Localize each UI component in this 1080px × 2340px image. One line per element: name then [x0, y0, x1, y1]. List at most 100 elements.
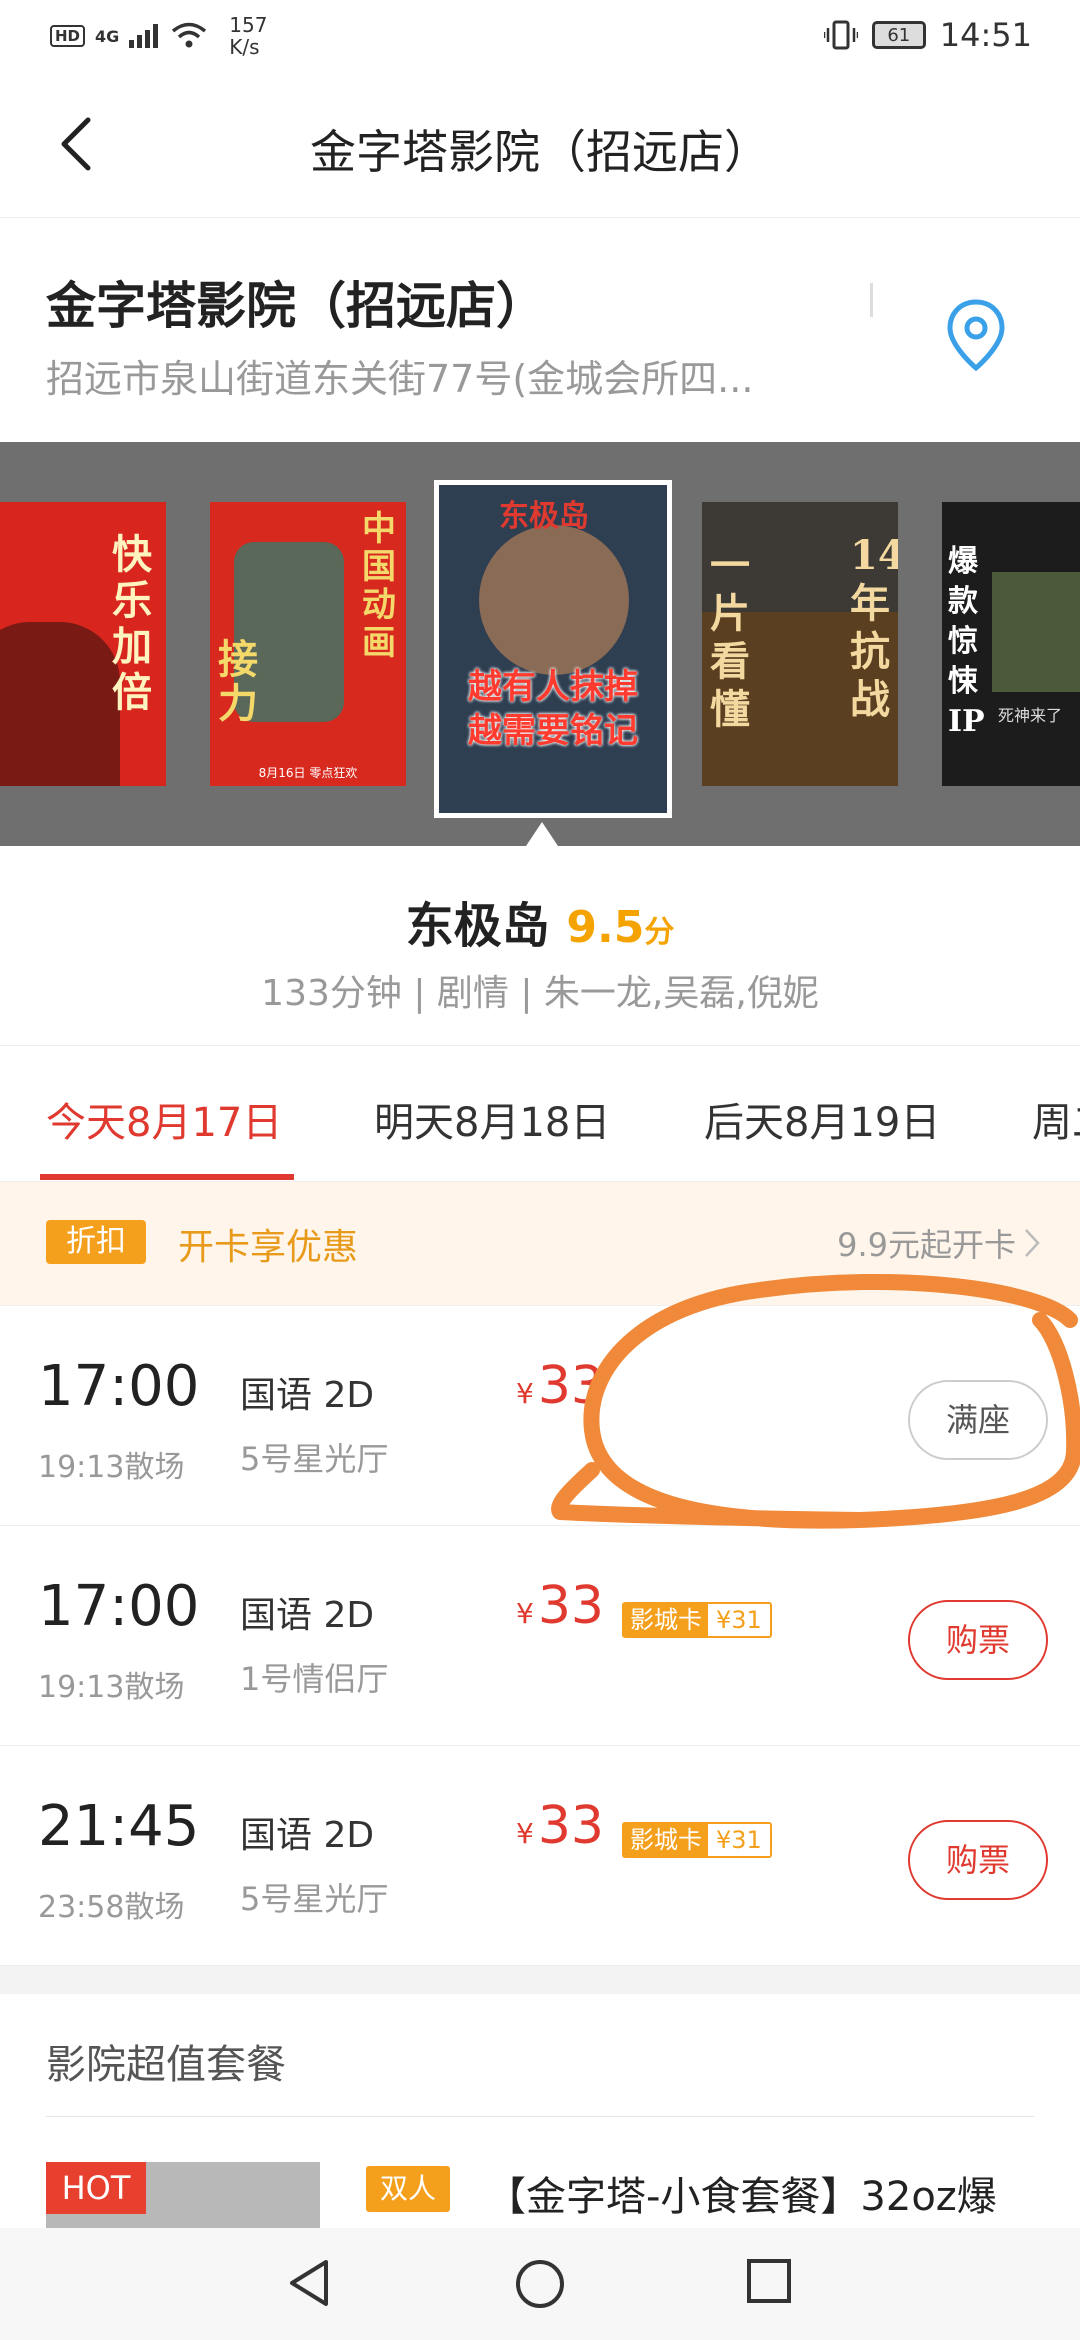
show-language: 国语 2D: [240, 1595, 375, 1636]
movie-poster-selected[interactable]: 东极岛 越有人抹掉 越需要铭记: [434, 480, 672, 818]
nav-recents-icon[interactable]: [746, 2258, 792, 2304]
card-price: ¥31: [708, 1824, 770, 1856]
show-language: 国语 2D: [240, 1375, 375, 1416]
combo-section-title: 影院超值套餐: [46, 2042, 286, 2088]
score-unit: 分: [644, 915, 675, 950]
location-pin-icon[interactable]: [940, 296, 1012, 376]
price-value: 33: [537, 1356, 604, 1416]
hot-badge: HOT: [46, 2162, 146, 2214]
price-value: 33: [537, 1796, 604, 1856]
movie-poster[interactable]: 一片看懂 14年抗战: [702, 502, 898, 786]
poster-text: 乐: [112, 577, 152, 624]
poster-carousel[interactable]: 快 乐 加 倍 中国动画 接力 8月16日 零点狂欢 东极岛 越有人抹掉 越需要…: [0, 442, 1080, 846]
show-hall: 5号星光厅: [240, 1440, 389, 1478]
network-type: 4G: [95, 26, 120, 46]
buy-ticket-button[interactable]: 购票: [908, 1820, 1048, 1900]
show-price: ¥33: [516, 1796, 604, 1856]
cinema-address: 招远市泉山街道东关街77号(金城会所四...: [46, 357, 754, 401]
movie-meta: 133分钟 | 剧情 | 朱一龙,吴磊,倪妮: [261, 973, 819, 1014]
movie-poster[interactable]: 快 乐 加 倍: [0, 502, 166, 786]
poster-caption: 8月16日 零点狂欢: [258, 766, 358, 780]
poster-text: 接力: [218, 636, 258, 727]
poster-text: 中国动画: [362, 509, 396, 663]
tab-tomorrow[interactable]: 明天8月18日: [374, 1090, 610, 1148]
signal-icon: [129, 24, 159, 48]
movie-score: 9.5分: [566, 902, 674, 953]
open-card-link[interactable]: 9.9元起开卡: [837, 1220, 1040, 1266]
network-speed: 157 K/s: [229, 14, 267, 58]
movie-title-row: 东极岛 9.5分: [0, 886, 1080, 956]
promo-banner[interactable]: 折扣 开卡享优惠 9.9元起开卡: [0, 1182, 1080, 1306]
section-gap: [0, 1966, 1080, 1994]
clock: 14:51: [939, 16, 1032, 54]
tab-today[interactable]: 今天8月17日: [46, 1090, 282, 1148]
nav-home-icon[interactable]: [514, 2258, 566, 2310]
divider: [870, 283, 873, 317]
show-hall: 1号情侣厅: [240, 1660, 389, 1698]
showtime-row[interactable]: 21:45 23:58散场 国语 2D 5号星光厅 ¥33 影城卡 ¥31 购票: [0, 1746, 1080, 1966]
combo-item[interactable]: HOT 双人 【金字塔-小食套餐】32oz爆: [0, 2118, 1080, 2228]
poster-text: 倍: [112, 669, 152, 716]
card-label: 影城卡: [624, 1824, 708, 1856]
poster-text: 加: [112, 623, 152, 670]
member-card-price: 影城卡 ¥31: [622, 1602, 772, 1638]
nav-header: 金字塔影院（招远店）: [0, 72, 1080, 218]
tab-day-after[interactable]: 后天8月19日: [704, 1090, 940, 1148]
show-price: ¥33: [516, 1576, 604, 1636]
price-value: 33: [537, 1576, 604, 1636]
divider: [46, 2116, 1034, 2117]
currency-symbol: ¥: [516, 1817, 534, 1850]
sold-out-button[interactable]: 满座: [908, 1380, 1048, 1460]
poster-text: 越有人抹掉: [468, 667, 638, 707]
movie-poster[interactable]: 中国动画 接力 8月16日 零点狂欢: [210, 502, 406, 786]
currency-symbol: ¥: [516, 1377, 534, 1410]
poster-caption: 死神来了: [998, 706, 1063, 725]
currency-symbol: ¥: [516, 1597, 534, 1630]
wifi-icon: [172, 22, 207, 48]
cinema-name: 金字塔影院（招远店）: [46, 277, 546, 335]
poster-text: 一片看懂: [710, 542, 750, 733]
show-end-time: 23:58散场: [38, 1890, 185, 1925]
active-tab-underline: [40, 1174, 294, 1180]
poster-text: 14年抗战: [850, 532, 898, 723]
battery-icon: 61: [871, 21, 926, 49]
speed-unit: K/s: [229, 35, 260, 59]
show-start-time: 17:00: [38, 1354, 200, 1419]
buy-ticket-button[interactable]: 购票: [908, 1600, 1048, 1680]
show-language: 国语 2D: [240, 1815, 375, 1856]
showtime-row[interactable]: 17:00 19:13散场 国语 2D 1号情侣厅 ¥33 影城卡 ¥31 购票: [0, 1526, 1080, 1746]
score-value: 9.5: [566, 902, 645, 953]
promo-right-text: 9.9元起开卡: [837, 1226, 1016, 1264]
show-price: ¥33: [516, 1356, 604, 1416]
combo-name: 【金字塔-小食套餐】32oz爆: [486, 2174, 997, 2220]
poster-text: 越需要铭记: [468, 711, 638, 751]
promo-text: 开卡享优惠: [178, 1227, 359, 1268]
show-end-time: 19:13散场: [38, 1670, 185, 1705]
nav-back-icon[interactable]: [286, 2258, 332, 2308]
cinema-info[interactable]: 金字塔影院（招远店） 招远市泉山街道东关街77号(金城会所四...: [0, 218, 1080, 442]
show-hall: 5号星光厅: [240, 1880, 389, 1918]
vibrate-icon: [823, 20, 858, 50]
show-start-time: 17:00: [38, 1574, 200, 1639]
speed-value: 157: [229, 13, 268, 37]
discount-badge: 折扣: [46, 1220, 146, 1264]
poster-text: 爆款惊悚IP: [948, 544, 985, 739]
show-end-time: 19:13散场: [38, 1450, 185, 1485]
poster-text: 快: [112, 531, 152, 578]
card-price: ¥31: [708, 1604, 770, 1636]
movie-info[interactable]: 东极岛 9.5分 133分钟 | 剧情 | 朱一龙,吴磊,倪妮: [0, 846, 1080, 1046]
date-tabs: 今天8月17日 明天8月18日 后天8月19日 周二: [0, 1046, 1080, 1182]
status-bar: HD 4G 157 K/s 61 14:51: [0, 0, 1080, 72]
combo-section-header: 影院超值套餐: [0, 1994, 1080, 2118]
hd-indicator: HD: [50, 25, 86, 47]
show-start-time: 21:45: [38, 1794, 200, 1859]
combo-tag: 双人: [366, 2166, 450, 2212]
selected-indicator: [526, 822, 558, 846]
movie-title: 东极岛: [405, 898, 550, 954]
movie-poster[interactable]: 爆款惊悚IP 死神来了: [942, 502, 1080, 786]
showtime-row[interactable]: 17:00 19:13散场 国语 2D 5号星光厅 ¥33 满座: [0, 1306, 1080, 1526]
page-title: 金字塔影院（招远店）: [310, 125, 770, 179]
chevron-right-icon: [1025, 1229, 1040, 1257]
tab-tuesday[interactable]: 周二: [1032, 1090, 1080, 1148]
member-card-price: 影城卡 ¥31: [622, 1822, 772, 1858]
